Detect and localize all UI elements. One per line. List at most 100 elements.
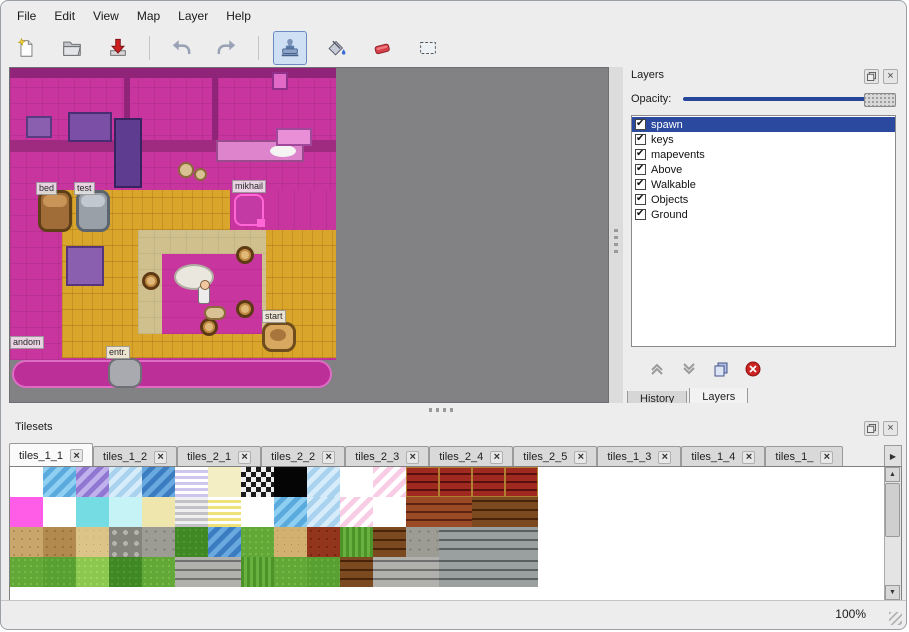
tile[interactable] [274, 527, 307, 557]
redo-button[interactable] [210, 31, 244, 65]
menu-item[interactable]: Layer [170, 6, 216, 26]
tile[interactable] [241, 527, 274, 557]
tile[interactable] [307, 497, 340, 527]
menu-item[interactable]: File [9, 6, 44, 26]
tile[interactable] [439, 527, 472, 557]
tile[interactable] [208, 527, 241, 557]
tile[interactable] [373, 497, 406, 527]
rect-select-tool-button[interactable] [411, 31, 445, 65]
layer-visibility-checkbox[interactable] [635, 209, 646, 220]
tileset-tab[interactable]: tiles_2_1 × [177, 446, 261, 467]
vertical-splitter[interactable] [609, 67, 623, 403]
tile[interactable] [472, 527, 505, 557]
undo-button[interactable] [164, 31, 198, 65]
tab-close-icon[interactable]: × [70, 449, 83, 462]
tile[interactable] [307, 527, 340, 557]
tile[interactable] [175, 527, 208, 557]
tile[interactable] [76, 467, 109, 497]
tile[interactable] [472, 497, 505, 527]
horizontal-splitter[interactable] [9, 403, 902, 417]
open-file-button[interactable] [55, 31, 89, 65]
layer-visibility-checkbox[interactable] [635, 179, 646, 190]
resize-grip[interactable] [889, 612, 902, 625]
layer-row[interactable]: Ground [632, 207, 895, 222]
layer-visibility-checkbox[interactable] [635, 194, 646, 205]
layer-row[interactable]: Objects [632, 192, 895, 207]
tile[interactable] [76, 557, 109, 587]
map-canvas[interactable]: bedtestmikhailstartandomentr. [10, 68, 336, 390]
tile[interactable] [505, 557, 538, 587]
tileset-tab[interactable]: tiles_2_3 × [345, 446, 429, 467]
tile[interactable] [109, 467, 142, 497]
tile[interactable] [109, 557, 142, 587]
tile[interactable] [76, 497, 109, 527]
tile[interactable] [439, 497, 472, 527]
tile[interactable] [142, 467, 175, 497]
layer-visibility-checkbox[interactable] [635, 149, 646, 160]
menu-item[interactable]: Map [129, 6, 168, 26]
tile[interactable] [307, 557, 340, 587]
duplicate-layer-button[interactable] [709, 357, 733, 381]
tile[interactable] [373, 557, 406, 587]
tileset-tab[interactable]: tiles_1_3 × [597, 446, 681, 467]
tile[interactable] [208, 467, 241, 497]
layer-row[interactable]: mapevents [632, 147, 895, 162]
tile[interactable] [472, 557, 505, 587]
tile[interactable] [274, 497, 307, 527]
tab-close-icon[interactable]: × [238, 451, 251, 464]
tile[interactable] [10, 467, 43, 497]
tile[interactable] [406, 467, 439, 497]
layer-visibility-checkbox[interactable] [635, 134, 646, 145]
layer-visibility-checkbox[interactable] [635, 164, 646, 175]
tile[interactable] [439, 557, 472, 587]
tile[interactable] [241, 557, 274, 587]
scroll-up-icon[interactable]: ▲ [885, 467, 900, 482]
tile[interactable] [340, 467, 373, 497]
opacity-slider[interactable] [683, 91, 896, 107]
tile[interactable] [43, 557, 76, 587]
delete-layer-button[interactable] [741, 357, 765, 381]
tile[interactable] [340, 527, 373, 557]
tile[interactable] [505, 527, 538, 557]
tile[interactable] [472, 467, 505, 497]
tile[interactable] [439, 467, 472, 497]
tab-close-icon[interactable]: × [406, 451, 419, 464]
lower-layer-button[interactable] [677, 357, 701, 381]
tile[interactable] [76, 527, 109, 557]
stamp-tool-button[interactable] [273, 31, 307, 65]
scroll-down-icon[interactable]: ▼ [885, 585, 900, 600]
tab-close-icon[interactable]: × [574, 451, 587, 464]
float-panel-icon[interactable] [864, 421, 879, 436]
tile[interactable] [10, 527, 43, 557]
close-panel-icon[interactable]: × [883, 421, 898, 436]
menu-item[interactable]: Help [218, 6, 259, 26]
layer-row[interactable]: keys [632, 132, 895, 147]
close-panel-icon[interactable]: × [883, 69, 898, 84]
tab-close-icon[interactable]: × [820, 451, 833, 464]
tile[interactable] [406, 557, 439, 587]
tile[interactable] [43, 527, 76, 557]
raise-layer-button[interactable] [645, 357, 669, 381]
tile[interactable] [340, 497, 373, 527]
layer-visibility-checkbox[interactable] [635, 119, 646, 130]
tileset-tab[interactable]: tiles_2_2 × [261, 446, 345, 467]
tile[interactable] [274, 557, 307, 587]
fill-tool-button[interactable] [319, 31, 353, 65]
tile[interactable] [505, 497, 538, 527]
tile[interactable] [307, 467, 340, 497]
tileset-tab[interactable]: tiles_2_4 × [429, 446, 513, 467]
tile[interactable] [175, 557, 208, 587]
tile[interactable] [406, 527, 439, 557]
tab-close-icon[interactable]: × [490, 451, 503, 464]
opacity-slider-handle[interactable] [864, 93, 896, 107]
tileset-scrollbar[interactable]: ▲ ▼ [884, 467, 901, 600]
tile[interactable] [373, 527, 406, 557]
tile[interactable] [10, 557, 43, 587]
tileset-tab[interactable]: tiles_1_4 × [681, 446, 765, 467]
new-file-button[interactable] [9, 31, 43, 65]
tile[interactable] [109, 497, 142, 527]
tab-close-icon[interactable]: × [658, 451, 671, 464]
tileset-tab[interactable]: tiles_1_ × [765, 446, 843, 467]
layer-row[interactable]: Above [632, 162, 895, 177]
menu-item[interactable]: View [85, 6, 127, 26]
